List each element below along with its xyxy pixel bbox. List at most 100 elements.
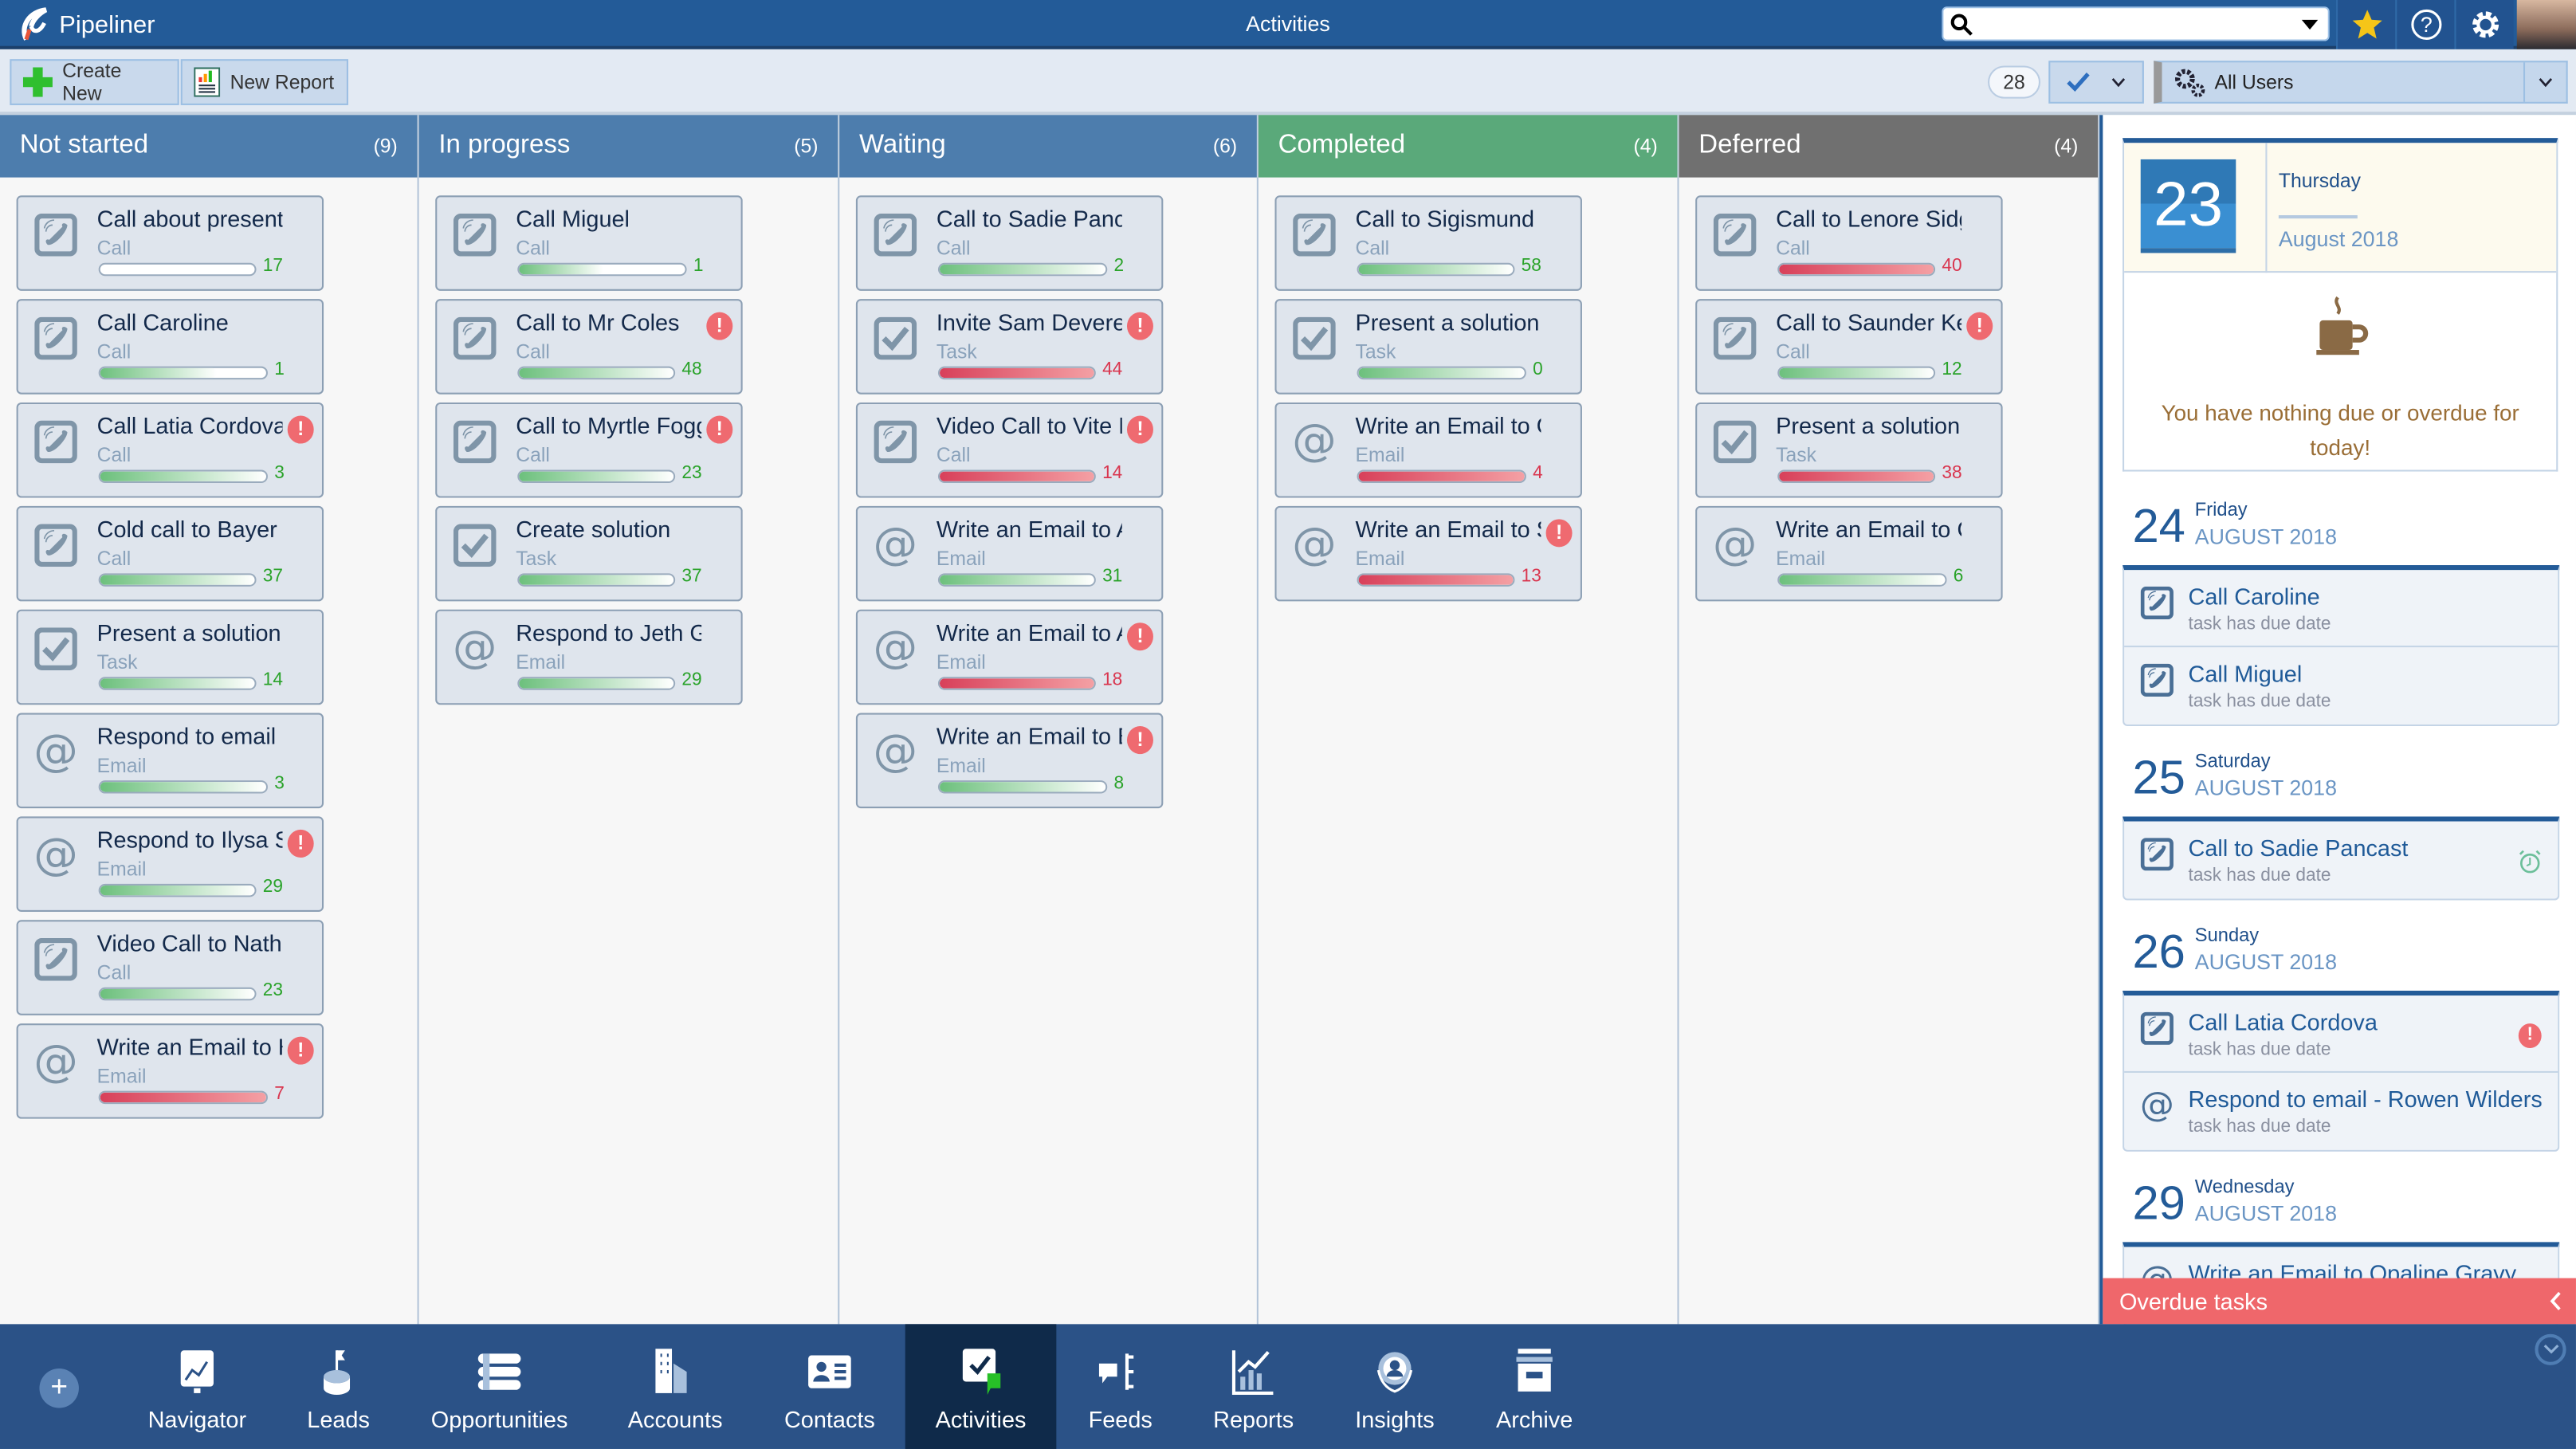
phone-icon xyxy=(1713,316,1757,360)
alert-icon: ! xyxy=(1126,622,1153,651)
card-type: Call xyxy=(936,443,971,467)
activity-card[interactable]: Video Call to Vite M Call 14 ! xyxy=(855,402,1164,498)
activity-card[interactable]: @ Write an Email to A Email 31 xyxy=(855,505,1164,602)
nav-insights[interactable]: Insights xyxy=(1321,1324,1469,1449)
column-count: (9) xyxy=(373,135,398,158)
activity-card[interactable]: @ Write an Email to H Email 7 ! xyxy=(16,1023,324,1119)
avatar[interactable] xyxy=(2516,0,2576,49)
coffee-cup-icon xyxy=(2316,296,2369,355)
activity-card[interactable]: Call to Mr Coles Call 48 ! xyxy=(435,299,743,395)
activity-card[interactable]: Call to Sigismund J Call 58 xyxy=(1274,195,1582,291)
column-header-completed[interactable]: Completed (4) xyxy=(1258,115,1679,178)
activity-card[interactable]: @ Respond to email - Email 3 xyxy=(16,713,324,809)
activity-card[interactable]: Invite Sam Deverell Task 44 ! xyxy=(855,299,1164,395)
select-filter-dropdown[interactable] xyxy=(2048,61,2144,104)
card-type: Call xyxy=(516,340,550,363)
activity-card[interactable]: @ Write an Email to S Email 13 ! xyxy=(1274,505,1582,602)
help-button[interactable]: ? xyxy=(2395,0,2455,49)
card-value: 18 xyxy=(1102,670,1123,690)
activity-card[interactable]: @ Write an Email to G Email 4 xyxy=(1274,402,1582,498)
activity-card[interactable]: Call to Sadie Pancast Call 2 xyxy=(855,195,1164,291)
column-header-not-started[interactable]: Not started (9) xyxy=(0,115,419,178)
nav-feeds[interactable]: Feeds xyxy=(1046,1324,1195,1449)
card-type: Call xyxy=(1776,236,1810,260)
activity-card[interactable]: @ Write an Email to C Email 6 xyxy=(1695,505,2003,602)
phone-icon xyxy=(874,420,917,464)
email-icon: @ xyxy=(2140,1085,2174,1125)
search-input[interactable] xyxy=(1976,11,2289,37)
create-new-button[interactable]: Create New xyxy=(10,59,179,105)
card-value: 23 xyxy=(262,980,284,1001)
phone-icon xyxy=(34,213,77,257)
agenda-item[interactable]: @ Respond to email - Rowen Wilders... ta… xyxy=(2124,1073,2558,1150)
card-value: 1 xyxy=(274,359,285,380)
activity-card[interactable]: Call Miguel Call 1 xyxy=(435,195,743,291)
nav-accounts[interactable]: Accounts xyxy=(601,1324,749,1449)
card-title: Write an Email to A xyxy=(936,516,1122,543)
agenda-item[interactable]: Call Miguel task has due date xyxy=(2124,647,2558,724)
new-report-button[interactable]: New Report xyxy=(180,59,348,105)
email-icon: @ xyxy=(33,725,78,777)
search-box[interactable] xyxy=(1942,6,2330,41)
bottom-navigation: + Navigator Leads Opportunities Accounts Con… xyxy=(0,1324,2576,1449)
collapse-button[interactable] xyxy=(2535,1333,2566,1365)
column-header-deferred[interactable]: Deferred (4) xyxy=(1679,115,2100,178)
card-title: Call Miguel xyxy=(516,205,630,232)
nothing-due-message: You have nothing due or overdue for toda… xyxy=(2161,400,2519,461)
users-filter-dropdown[interactable]: All Users xyxy=(2154,61,2568,104)
card-value: 0 xyxy=(1533,359,1543,380)
activity-card[interactable]: Call about presentation Call 17 xyxy=(16,195,324,291)
settings-button[interactable] xyxy=(2454,0,2514,49)
nav-leads[interactable]: Leads xyxy=(265,1324,413,1449)
activity-card[interactable]: Present a solution Task 38 xyxy=(1695,402,2003,498)
activity-card[interactable]: Create solution Task 37 xyxy=(435,505,743,602)
phone-icon xyxy=(2140,1011,2174,1045)
insights-icon xyxy=(1376,1352,1413,1393)
nav-opportunities[interactable]: Opportunities xyxy=(426,1324,574,1449)
activity-card[interactable]: Cold call to Bayer Call 37 xyxy=(16,505,324,602)
activity-card[interactable]: @ Write an Email to B Email 8 ! xyxy=(855,713,1164,809)
dropdown-icon[interactable] xyxy=(2301,19,2319,31)
card-value: 12 xyxy=(1942,359,1962,380)
card-value: 31 xyxy=(1102,567,1123,587)
today-weekday: Thursday xyxy=(2278,169,2362,193)
activity-card[interactable]: @ Write an Email to A Email 18 ! xyxy=(855,609,1164,705)
activity-card[interactable]: Call to Saunder Kei Call 12 ! xyxy=(1695,299,2003,395)
activity-card[interactable]: Present a solution Task 14 xyxy=(16,609,324,705)
accounts-icon xyxy=(655,1349,687,1393)
alert-icon: ! xyxy=(287,829,314,858)
activity-card[interactable]: Call to Myrtle Fogg Call 23 ! xyxy=(435,402,743,498)
column-header-in-progress[interactable]: In progress (5) xyxy=(418,115,840,178)
card-type: Call xyxy=(1355,236,1390,260)
nav-activities[interactable]: Activities xyxy=(905,1324,1057,1449)
agenda-item[interactable]: Call to Sadie Pancast task has due date xyxy=(2124,822,2558,899)
add-button[interactable]: + xyxy=(39,1368,79,1408)
chevron-left-icon[interactable] xyxy=(2550,1291,2562,1311)
agenda-item[interactable]: Call Latia Cordova task has due date! xyxy=(2124,995,2558,1073)
card-type: Call xyxy=(516,443,550,467)
activity-card[interactable]: Present a solution Task 0 xyxy=(1274,299,1582,395)
task-icon xyxy=(1293,316,1336,360)
activity-card[interactable]: @ Respond to Ilysa S Email 29 ! xyxy=(16,816,324,912)
nav-archive[interactable]: Archive xyxy=(1460,1324,1608,1449)
overdue-tasks-bar[interactable]: Overdue tasks xyxy=(2103,1278,2576,1325)
card-title: Video Call to Vite M xyxy=(936,412,1122,439)
agenda-day-header: 26 Sunday AUGUST 2018 xyxy=(2132,927,2543,986)
email-icon: @ xyxy=(874,622,918,673)
activity-card[interactable]: Video Call to Nathan Call 23 xyxy=(16,920,324,1015)
nav-reports[interactable]: Reports xyxy=(1180,1324,1328,1449)
email-icon: @ xyxy=(33,828,78,880)
nav-label: Leads xyxy=(307,1406,370,1433)
column-header-waiting[interactable]: Waiting (6) xyxy=(839,115,1259,178)
activity-card[interactable]: Call Caroline Call 1 xyxy=(16,299,324,395)
nav-contacts[interactable]: Contacts xyxy=(756,1324,904,1449)
email-icon: @ xyxy=(874,725,918,777)
day-number: 26 xyxy=(2132,926,2185,980)
favorites-button[interactable] xyxy=(2336,0,2396,49)
activity-card[interactable]: @ Respond to Jeth G Email 29 xyxy=(435,609,743,705)
agenda-item[interactable]: Call Caroline task has due date xyxy=(2124,570,2558,648)
activity-card[interactable]: Call Latia Cordova Call 3 ! xyxy=(16,402,324,498)
activity-card[interactable]: Call to Lenore Sidg Call 40 xyxy=(1695,195,2003,291)
nav-navigator[interactable]: Navigator xyxy=(124,1324,272,1449)
card-type: Email xyxy=(96,754,147,777)
